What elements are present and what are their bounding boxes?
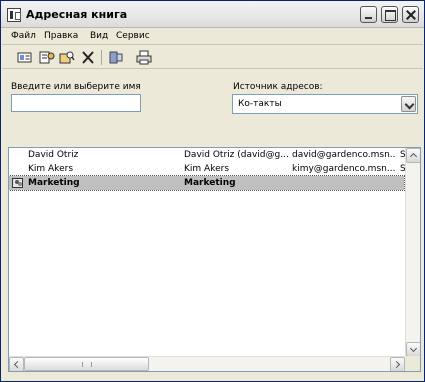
toolbar-separator [101, 50, 102, 65]
source-label: Источник адресов: [233, 82, 323, 92]
window-title: Адресная книга [26, 8, 128, 21]
address-source-select[interactable]: Ко-такты [232, 94, 418, 114]
minimize-button[interactable] [360, 6, 377, 23]
list-item[interactable]: Kim Akers Kim Akers kimy@gardenco.msn...… [9, 162, 406, 176]
print-icon[interactable] [136, 50, 152, 65]
horizontal-scroll-thumb[interactable] [24, 357, 149, 371]
address-book-icon [7, 8, 21, 22]
contact-name: Kim Akers [28, 164, 74, 174]
address-source-value: Ко-такты [238, 99, 282, 109]
horizontal-scrollbar[interactable] [9, 356, 405, 371]
contact-list: David Otriz David Otriz (david@g... davi… [8, 147, 421, 372]
scroll-up-icon[interactable] [406, 148, 420, 163]
delete-icon[interactable] [80, 50, 96, 65]
scrollbar-corner [405, 356, 420, 371]
list-item-selected[interactable]: Marketing Marketing [9, 175, 405, 191]
new-contact-icon[interactable] [17, 50, 33, 65]
find-icon[interactable] [59, 50, 75, 65]
group-icon [12, 178, 23, 188]
chevron-down-icon[interactable] [401, 96, 416, 112]
contact-display-name: Kim Akers [184, 164, 230, 174]
name-search-input[interactable] [11, 94, 141, 112]
contact-email: david@gardenco.msn.... [292, 150, 396, 160]
menu-tools[interactable]: Сервис [116, 31, 150, 41]
menu-bar: Файл Правка Вид Сервис [2, 28, 423, 45]
contact-name: David Otriz [28, 150, 79, 160]
menu-view[interactable]: Вид [90, 31, 108, 41]
maximize-button[interactable] [381, 6, 398, 23]
list-item[interactable]: David Otriz David Otriz (david@g... davi… [9, 148, 406, 162]
close-button[interactable] [402, 6, 419, 23]
properties-icon[interactable] [39, 50, 55, 65]
send-mail-icon[interactable] [108, 50, 124, 65]
contact-email: kimy@gardenco.msn.... [292, 164, 396, 174]
scroll-right-icon[interactable] [390, 357, 405, 371]
address-book-window: Адресная книга Файл Правка Вид Сервис Вв… [0, 0, 425, 382]
name-label: Введите или выберите имя [11, 82, 141, 92]
group-name: Marketing [28, 178, 80, 188]
scroll-left-icon[interactable] [9, 357, 24, 371]
vertical-scrollbar[interactable] [405, 148, 420, 357]
toolbar [2, 46, 423, 69]
group-display-name: Marketing [184, 178, 236, 188]
contact-display-name: David Otriz (david@g... [184, 150, 289, 160]
scroll-down-icon[interactable] [406, 342, 420, 357]
title-bar[interactable]: Адресная книга [1, 1, 424, 28]
menu-file[interactable]: Файл [11, 31, 36, 41]
menu-edit[interactable]: Правка [44, 31, 78, 41]
